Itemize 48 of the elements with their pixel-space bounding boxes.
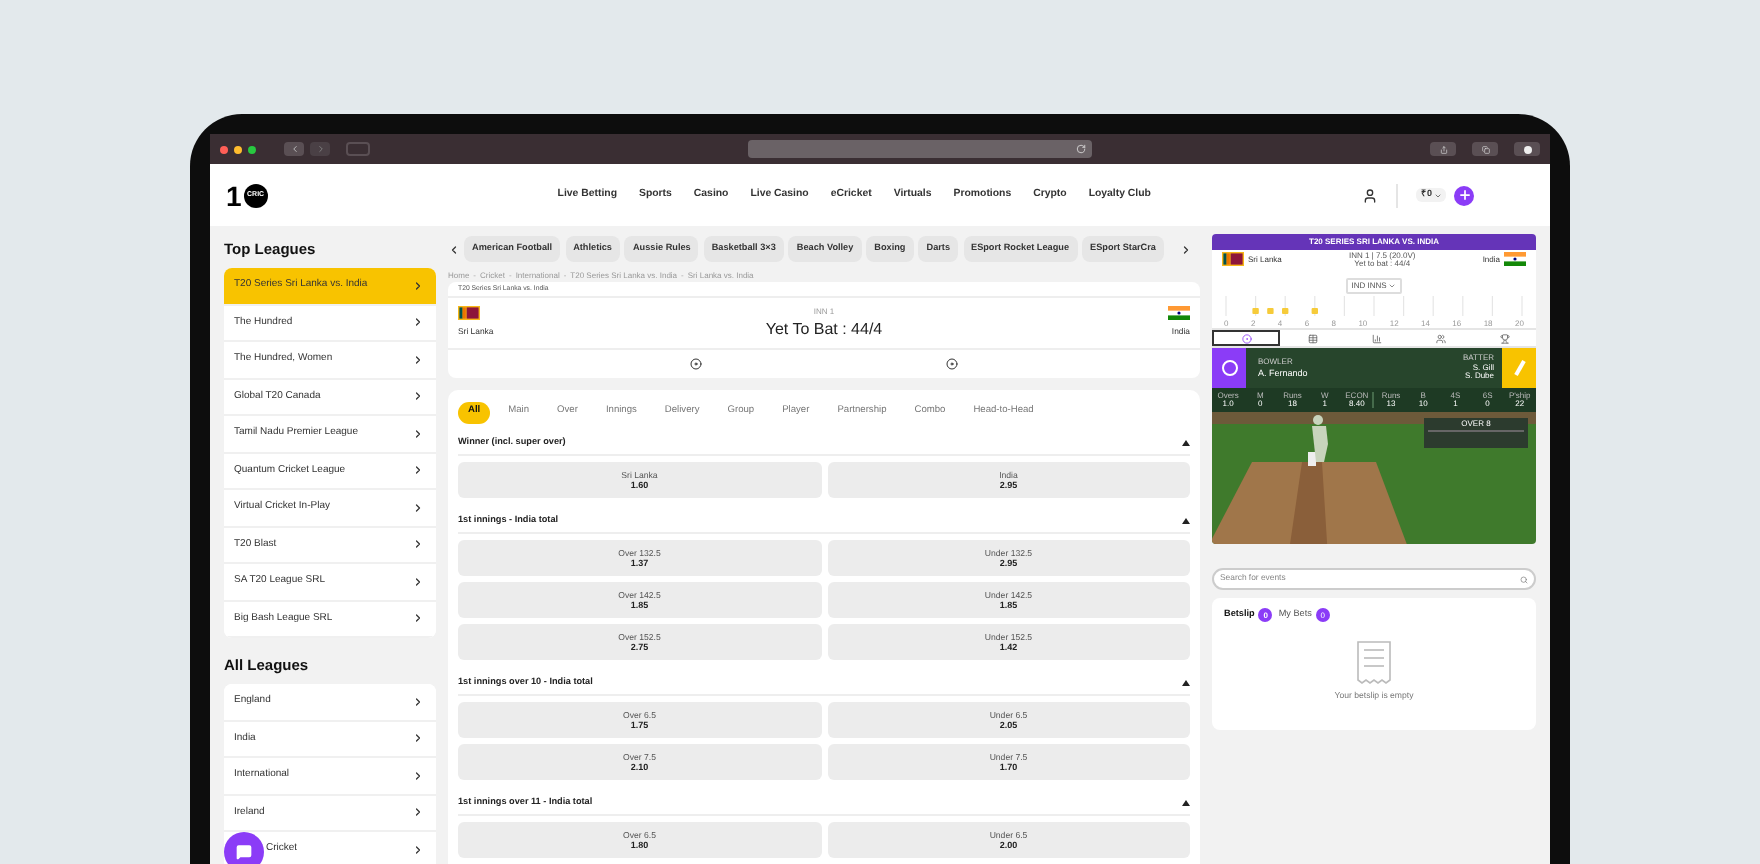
chevron-right-icon [412,353,424,366]
india-flag [1168,306,1190,321]
deposit-button[interactable] [1454,185,1474,205]
search-icon [1520,575,1528,583]
chevron-right-icon [412,806,424,819]
caret-up-icon[interactable] [1182,517,1190,523]
chevron-right-icon [315,144,325,154]
chevron-right-icon [412,575,424,588]
sri-lanka-flag [1222,252,1244,266]
match-score: Yet To Bat : 44/4 [765,317,883,341]
chevron-right-icon [412,732,424,745]
caret-up-icon[interactable] [1182,679,1190,685]
download-icon [1523,145,1531,153]
table-icon[interactable] [1307,333,1317,343]
bar-chart-icon[interactable] [1371,333,1381,343]
caret-up-icon[interactable] [1182,799,1190,805]
chevron-right-icon [412,843,424,856]
chevron-left-icon [289,144,299,154]
stats-icon[interactable] [946,358,958,370]
stats-icon[interactable] [690,358,702,370]
chevron-right-icon [412,316,424,329]
chat-icon [236,844,252,860]
tabs-button[interactable] [1472,142,1498,156]
chevron-right-icon [412,501,424,514]
download-button[interactable] [1514,142,1540,156]
caret-up-icon[interactable] [1182,439,1190,445]
chevron-right-icon [412,769,424,782]
chevron-right-icon [412,695,424,708]
users-icon[interactable] [1435,333,1445,343]
chevron-right-icon [412,427,424,440]
reload-icon[interactable] [1076,144,1086,154]
chevron-right-icon [412,390,424,403]
target-icon[interactable] [1241,333,1251,343]
sri-lanka-flag [458,306,480,321]
chevron-right-icon[interactable] [1180,243,1192,255]
copy-icon [1481,145,1489,153]
trophy-icon[interactable] [1499,333,1509,343]
receipt-icon [1356,640,1392,684]
chevron-right-icon [412,612,424,625]
back-button[interactable] [284,142,304,156]
india-flag [1504,252,1526,266]
chevron-right-icon [412,279,424,292]
user-icon[interactable] [1362,187,1379,203]
chevron-right-icon [412,464,424,477]
chevron-left-icon[interactable] [448,243,460,255]
share-icon [1439,145,1447,153]
chevron-right-icon [412,538,424,551]
share-button[interactable] [1430,142,1456,156]
